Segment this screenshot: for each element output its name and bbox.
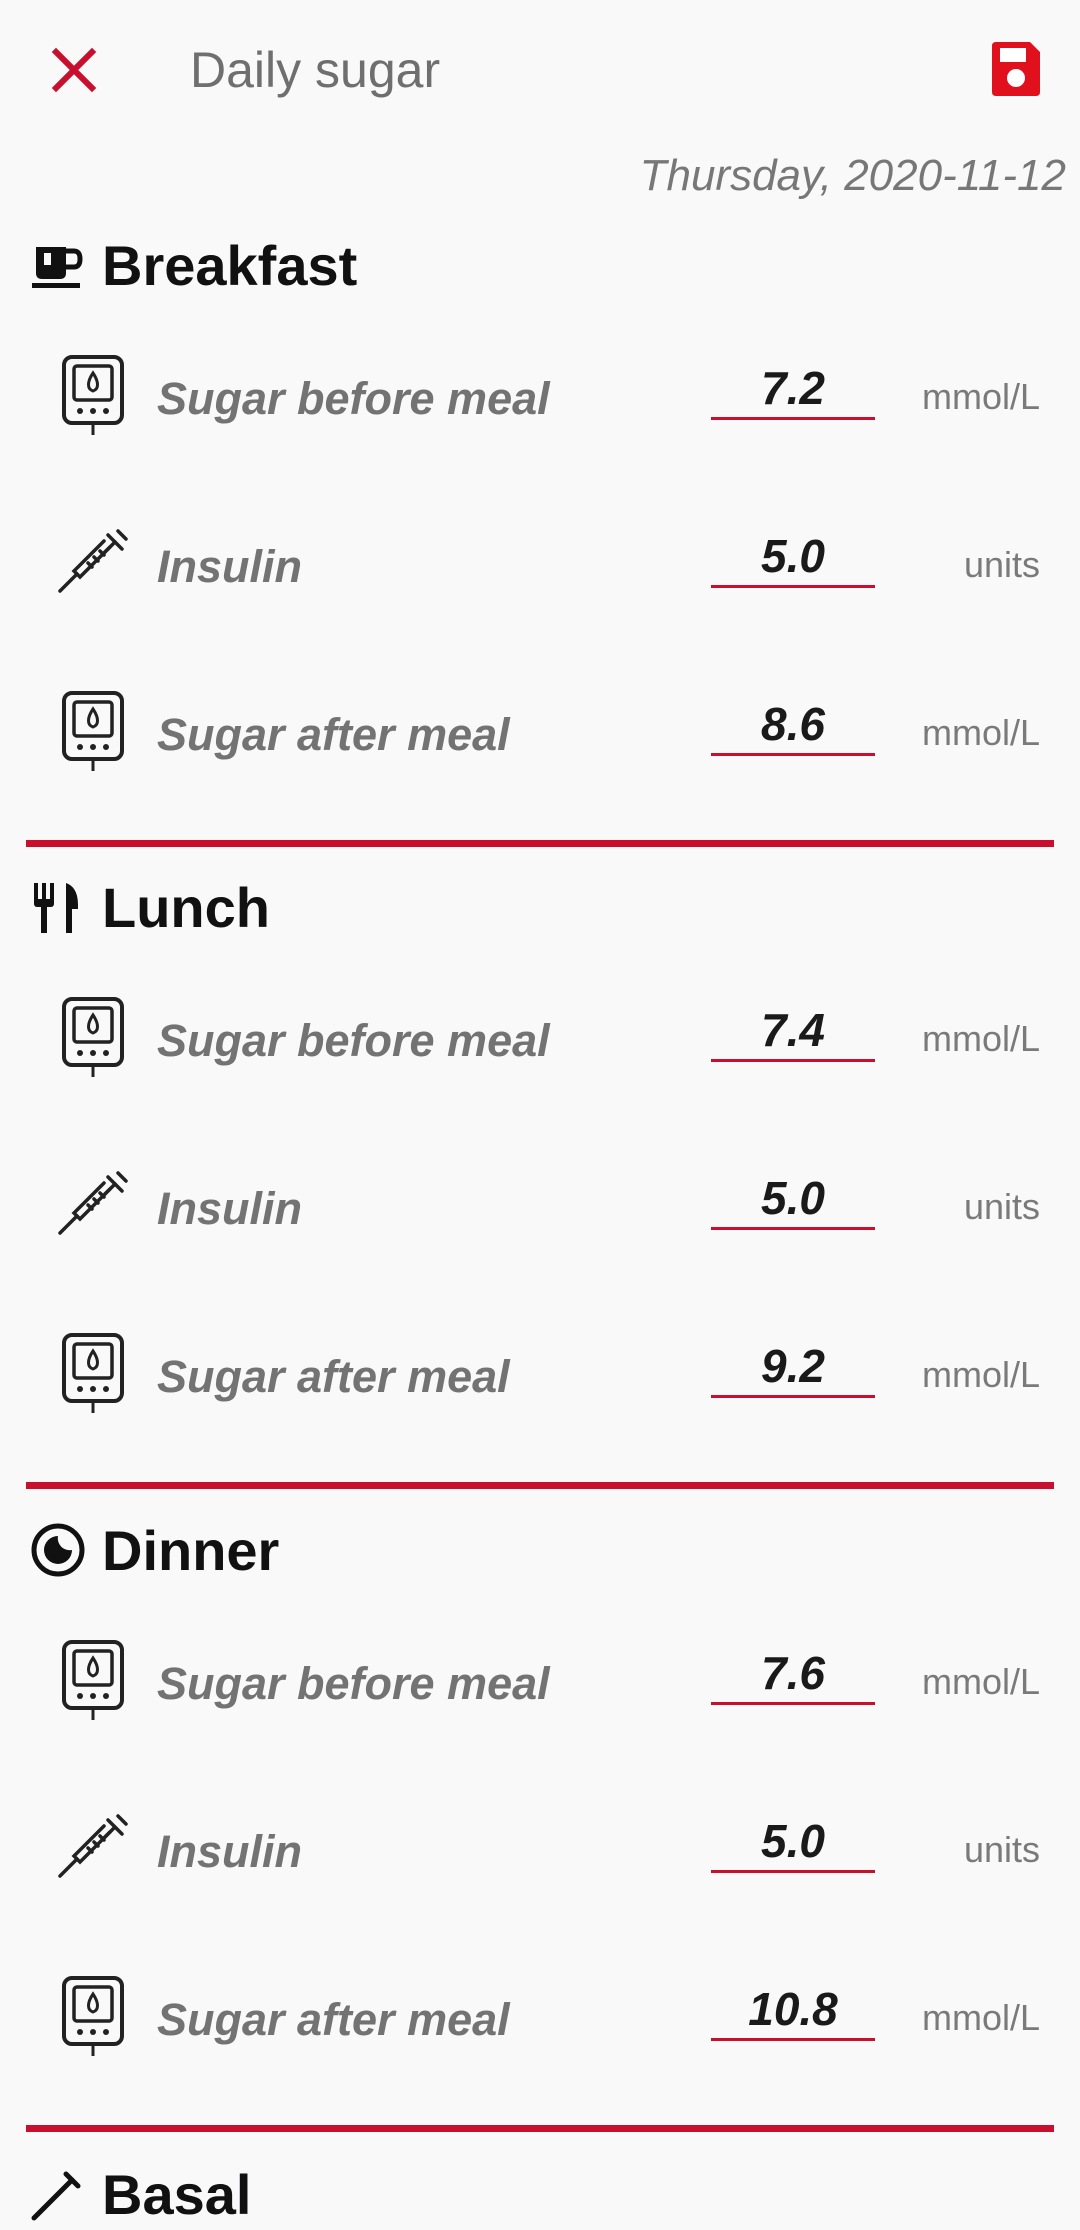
sugar-after-input[interactable]: 8.6 <box>711 695 875 756</box>
section-divider <box>26 840 1054 847</box>
unit-label: mmol/L <box>921 1661 1040 1702</box>
entry-row-sugar-after: Sugar after meal 9.2 mmol/L <box>0 1319 1080 1439</box>
glucose-meter-icon <box>62 1333 124 1413</box>
section-title: Lunch <box>102 876 270 939</box>
entry-label: Insulin <box>157 1183 302 1234</box>
entry-label: Sugar before meal <box>157 373 550 424</box>
insulin-input[interactable]: 5.0 <box>711 1169 875 1230</box>
glucose-meter-icon <box>62 1640 124 1720</box>
glucose-meter-icon <box>62 691 124 771</box>
unit-label: mmol/L <box>921 1018 1040 1059</box>
section-title: Breakfast <box>102 234 358 297</box>
entry-row-sugar-before: Sugar before meal 7.4 mmol/L <box>0 983 1080 1103</box>
section-title: Dinner <box>102 1519 280 1582</box>
entry-label: Sugar after meal <box>157 1994 510 2045</box>
close-icon <box>51 47 97 93</box>
coffee-cup-icon <box>32 247 83 288</box>
entry-label: Sugar before meal <box>157 1658 550 1709</box>
entry-label: Sugar after meal <box>157 709 510 760</box>
sugar-before-input[interactable]: 7.6 <box>711 1644 875 1705</box>
fork-knife-icon <box>34 883 78 933</box>
close-button[interactable] <box>40 36 108 104</box>
entry-row-insulin: Insulin 5.0 units <box>0 1794 1080 1914</box>
section-divider <box>26 1482 1054 1489</box>
section-divider <box>26 2125 1054 2132</box>
entry-row-sugar-before: Sugar before meal 7.2 mmol/L <box>0 341 1080 461</box>
save-icon <box>992 42 1040 96</box>
unit-label: mmol/L <box>921 376 1040 417</box>
syringe-icon <box>58 1814 128 1878</box>
sugar-after-input[interactable]: 9.2 <box>711 1337 875 1398</box>
section-title: Basal <box>102 2163 252 2226</box>
page-title: Daily sugar <box>190 42 441 98</box>
unit-label: units <box>963 544 1040 585</box>
syringe-icon <box>58 1171 128 1235</box>
app-bar: Daily sugar <box>0 0 1080 140</box>
entry-label: Sugar before meal <box>157 1015 550 1066</box>
entry-label: Sugar after meal <box>157 1351 510 1402</box>
unit-label: units <box>963 1829 1040 1870</box>
date-label: Thursday, 2020-11-12 <box>639 151 1066 200</box>
unit-label: mmol/L <box>921 1354 1040 1395</box>
entry-row-sugar-after: Sugar after meal 8.6 mmol/L <box>0 677 1080 797</box>
unit-label: mmol/L <box>921 712 1040 753</box>
glucose-meter-icon <box>62 355 124 435</box>
entry-label: Insulin <box>157 1826 302 1877</box>
sugar-before-input[interactable]: 7.2 <box>711 359 875 420</box>
insulin-input[interactable]: 5.0 <box>711 527 875 588</box>
syringe-icon <box>58 529 128 593</box>
save-button[interactable] <box>988 38 1044 98</box>
sugar-after-input[interactable]: 10.8 <box>711 1980 875 2041</box>
glucose-meter-icon <box>62 997 124 1077</box>
entry-row-sugar-before: Sugar before meal 7.6 mmol/L <box>0 1626 1080 1746</box>
moon-icon <box>31 1523 85 1577</box>
entry-row-insulin: Insulin 5.0 units <box>0 1151 1080 1271</box>
insulin-input[interactable]: 5.0 <box>711 1812 875 1873</box>
syringe-icon <box>31 2171 81 2221</box>
entry-label: Insulin <box>157 541 302 592</box>
glucose-meter-icon <box>62 1976 124 2056</box>
sugar-before-input[interactable]: 7.4 <box>711 1001 875 1062</box>
unit-label: mmol/L <box>921 1997 1040 2038</box>
unit-label: units <box>963 1186 1040 1227</box>
entry-row-sugar-after: Sugar after meal 10.8 mmol/L <box>0 1962 1080 2082</box>
entry-row-insulin: Insulin 5.0 units <box>0 509 1080 629</box>
